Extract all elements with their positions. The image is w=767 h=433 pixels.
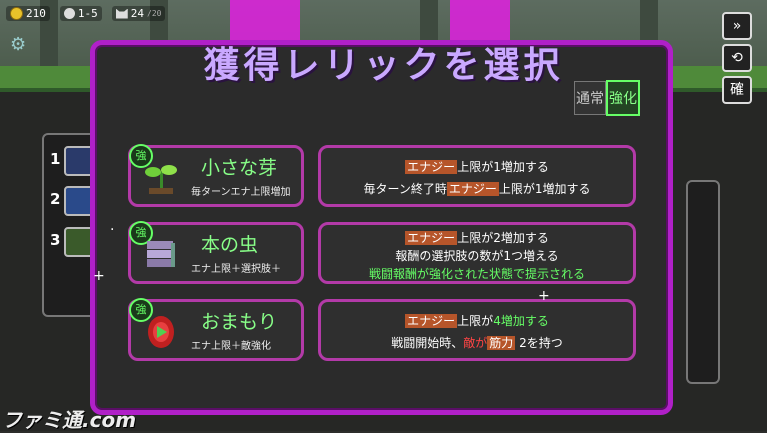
right-side-panel — [686, 180, 720, 384]
party-value: 24 — [130, 7, 144, 20]
desc-segment: 4増加する — [493, 314, 549, 328]
gold-value: 210 — [26, 7, 46, 20]
desc-segment: 毎ターン終了時 — [363, 182, 447, 196]
relic-summary: エナ上限＋選択肢＋ — [191, 264, 281, 275]
gold-counter: 210 — [6, 6, 50, 21]
desc-segment: 戦闘開始時、 — [391, 336, 464, 350]
desc-segment: 上限が1増加する — [457, 160, 549, 174]
toggle-normal[interactable]: 通常 — [574, 81, 606, 115]
desc-segment: 筋力 — [487, 336, 516, 350]
mode-toggle[interactable]: 通常 強化 — [574, 79, 640, 117]
coin-icon — [10, 7, 23, 20]
relic-desc-charm[interactable]: エナジー 上限が4増加する 戦闘開始時、敵が 筋力 2を持つ — [318, 299, 636, 361]
relic-card-sprout[interactable]: 強 小さな芽 毎ターンエナ上限増加 — [128, 144, 304, 207]
sparkle: · — [110, 222, 115, 238]
slot-number: 3 — [50, 231, 61, 249]
desc-segment: 上限が — [457, 314, 494, 328]
desc-line: 報酬の選択肢の数が1つ増える — [321, 247, 633, 264]
top-hud: 210 1-5 24 /20 — [6, 6, 166, 21]
charm-icon — [148, 316, 174, 348]
desc-line: 戦闘報酬が強化された状態で提示される — [321, 265, 633, 282]
relic-name: 小さな芽 — [201, 157, 278, 179]
party-unit: /20 — [147, 9, 162, 18]
toggle-strong[interactable]: 強化 — [606, 80, 640, 116]
book-stack-icon — [147, 241, 175, 267]
relic-name: 本の虫 — [201, 234, 259, 256]
desc-segment: エナジー — [405, 314, 458, 328]
slot-number: 2 — [50, 190, 61, 208]
relic-card-charm[interactable]: 強 おまもり エナ上限＋敵強化 — [128, 298, 304, 361]
sprout-icon — [145, 165, 177, 194]
skull-icon — [63, 8, 75, 19]
floor-counter: 1-5 — [59, 6, 102, 21]
slot-number: 1 — [50, 150, 61, 168]
party-counter: 24 /20 — [111, 6, 166, 21]
relic-name: おまもり — [201, 311, 278, 333]
relic-summary: エナ上限＋敵強化 — [191, 341, 271, 352]
relic-card-bookworm[interactable]: 強 本の虫 エナ上限＋選択肢＋ — [128, 221, 304, 284]
desc-line: エナジー 上限が2増加する — [321, 229, 633, 246]
sparkle: + — [538, 288, 550, 304]
desc-line: エナジー 上限が1増加する — [321, 158, 633, 175]
relic-desc-bookworm[interactable]: エナジー 上限が2増加する 報酬の選択肢の数が1つ増える 戦闘報酬が強化された状態… — [318, 222, 636, 284]
modal-title: 獲得レリックを選択 — [203, 45, 564, 86]
desc-line: エナジー 上限が4増加する — [321, 312, 633, 329]
relic-desc-sprout[interactable]: エナジー 上限が1増加する 毎ターン終了時 エナジー 上限が1増加する — [318, 145, 636, 207]
desc-line: 毎ターン終了時 エナジー 上限が1増加する — [321, 180, 633, 197]
floor-value: 1-5 — [77, 7, 98, 20]
desc-segment: 敵が — [463, 336, 488, 350]
desc-segment: 上限が1増加する — [498, 182, 591, 196]
desc-segment: 2を持つ — [515, 336, 563, 350]
watermark: ファミ通.com — [2, 408, 137, 432]
desc-line: 戦闘開始時、敵が 筋力 2を持つ — [321, 334, 633, 351]
desc-segment: 戦闘報酬が強化された状態で提示される — [368, 267, 585, 281]
sparkle: + — [93, 268, 105, 284]
cat-icon — [115, 8, 128, 19]
desc-segment: エナジー — [405, 160, 458, 174]
desc-segment: エナジー — [446, 182, 499, 196]
desc-segment: 上限が2増加する — [457, 231, 549, 245]
desc-segment: 報酬の選択肢の数が1つ増える — [395, 249, 559, 263]
desc-segment: エナジー — [405, 231, 458, 245]
relic-summary: 毎ターンエナ上限増加 — [191, 187, 291, 198]
